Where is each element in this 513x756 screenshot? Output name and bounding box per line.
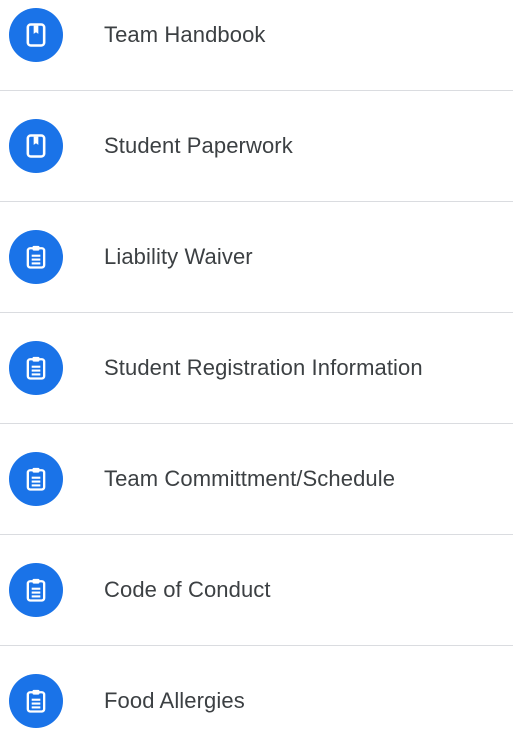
book-icon [9, 8, 63, 62]
list-item-food-allergies[interactable]: Food Allergies [0, 645, 513, 756]
clipboard-icon [9, 674, 63, 728]
clipboard-icon [9, 563, 63, 617]
clipboard-icon [9, 341, 63, 395]
item-label: Team Handbook [104, 22, 266, 47]
item-label: Liability Waiver [104, 244, 253, 269]
list-item-student-paperwork[interactable]: Student Paperwork [0, 90, 513, 201]
list-item-liability-waiver[interactable]: Liability Waiver [0, 201, 513, 312]
list-item-student-registration-information[interactable]: Student Registration Information [0, 312, 513, 423]
clipboard-icon [9, 230, 63, 284]
book-icon [9, 119, 63, 173]
list-item-team-committment-schedule[interactable]: Team Committment/Schedule [0, 423, 513, 534]
item-label: Student Registration Information [104, 355, 423, 380]
item-label: Code of Conduct [104, 577, 271, 602]
item-label: Student Paperwork [104, 133, 293, 158]
list-item-code-of-conduct[interactable]: Code of Conduct [0, 534, 513, 645]
clipboard-icon [9, 452, 63, 506]
list-item-team-handbook[interactable]: Team Handbook [0, 0, 513, 90]
resource-list: Team Handbook Student Paperwork Liabilit… [0, 0, 513, 756]
item-label: Food Allergies [104, 688, 245, 713]
item-label: Team Committment/Schedule [104, 466, 396, 491]
